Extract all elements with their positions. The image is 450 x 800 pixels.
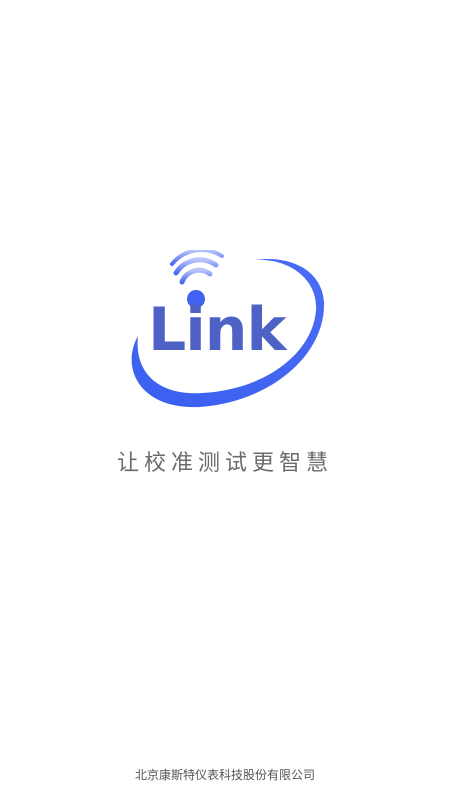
slogan-text: 让校准测试更智慧 [116, 451, 333, 476]
company-name: 北京康斯特仪表科技股份有限公司 [134, 768, 315, 782]
logo-graphic: Link [131, 250, 325, 408]
logo-wordmark: Link [148, 295, 289, 365]
link-logo: Link [120, 250, 330, 415]
splash-screen: Link 让校准测试更智慧 北京康斯特仪表科技股份有限公司 [0, 0, 450, 800]
wifi-signal-icon [170, 250, 224, 285]
